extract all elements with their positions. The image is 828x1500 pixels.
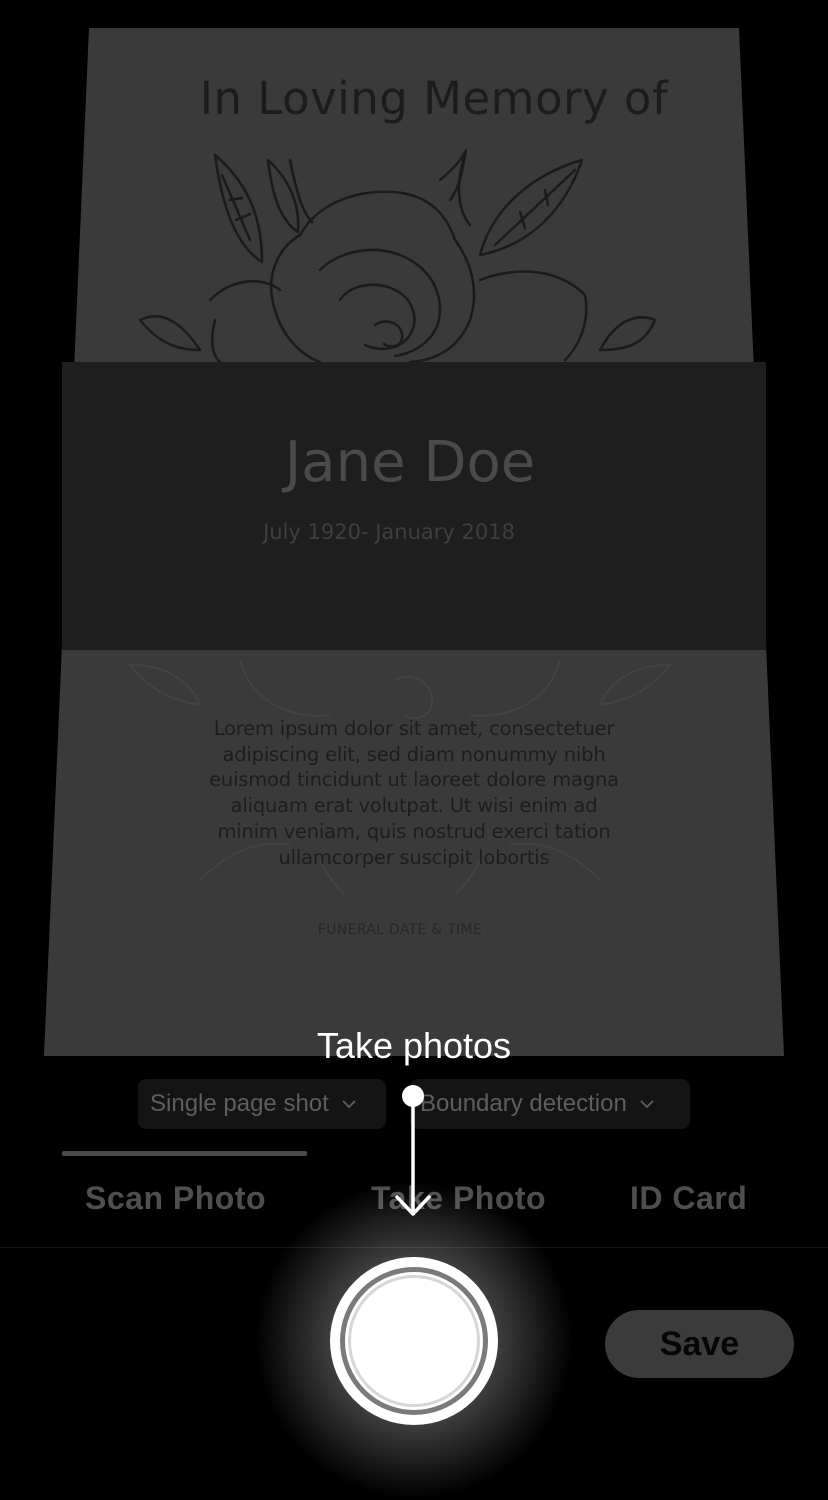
active-tab-indicator — [62, 1151, 307, 1156]
deceased-name: Jane Doe — [284, 430, 536, 495]
shutter-button[interactable] — [330, 1257, 498, 1425]
detection-value: Boundary detection — [420, 1090, 627, 1117]
tab-id-card[interactable]: ID Card — [630, 1180, 747, 1217]
body-line: minim veniam, quis nostrud exerci tation — [217, 819, 611, 843]
body-line: adipiscing elit, sed diam nonummy nibh — [222, 742, 606, 766]
shutter-icon — [340, 1267, 488, 1415]
name-banner — [62, 362, 766, 650]
chevron-down-icon — [640, 1100, 654, 1109]
boundary-detection-dropdown[interactable]: Boundary detection — [410, 1079, 690, 1129]
page-mode-value: Single page shot — [150, 1090, 329, 1117]
life-dates: July 1920- January 2018 — [263, 520, 515, 544]
scanned-document-preview: In Loving Memory of Jane Doe July 1920- … — [0, 0, 828, 1060]
body-line: euismod tincidunt ut laoreet dolore magn… — [209, 768, 619, 792]
body-line: aliquam erat volutpat. Ut wisi enim ad — [230, 794, 598, 818]
document-body-text: Lorem ipsum dolor sit amet, consectetuer… — [175, 716, 653, 870]
chevron-down-icon — [342, 1100, 356, 1109]
tooltip-label: Take photos — [316, 1025, 512, 1066]
tab-scan-photo[interactable]: Scan Photo — [85, 1180, 266, 1217]
save-button[interactable]: Save — [605, 1310, 794, 1378]
document-heading: In Loving Memory of — [199, 72, 669, 125]
body-line: Lorem ipsum dolor sit amet, consectetuer — [213, 717, 615, 740]
page-mode-dropdown[interactable]: Single page shot — [138, 1079, 386, 1129]
body-line: ullamcorper suscipit lobortis — [278, 845, 550, 869]
funeral-date-label: FUNERAL DATE & TIME — [317, 922, 483, 938]
